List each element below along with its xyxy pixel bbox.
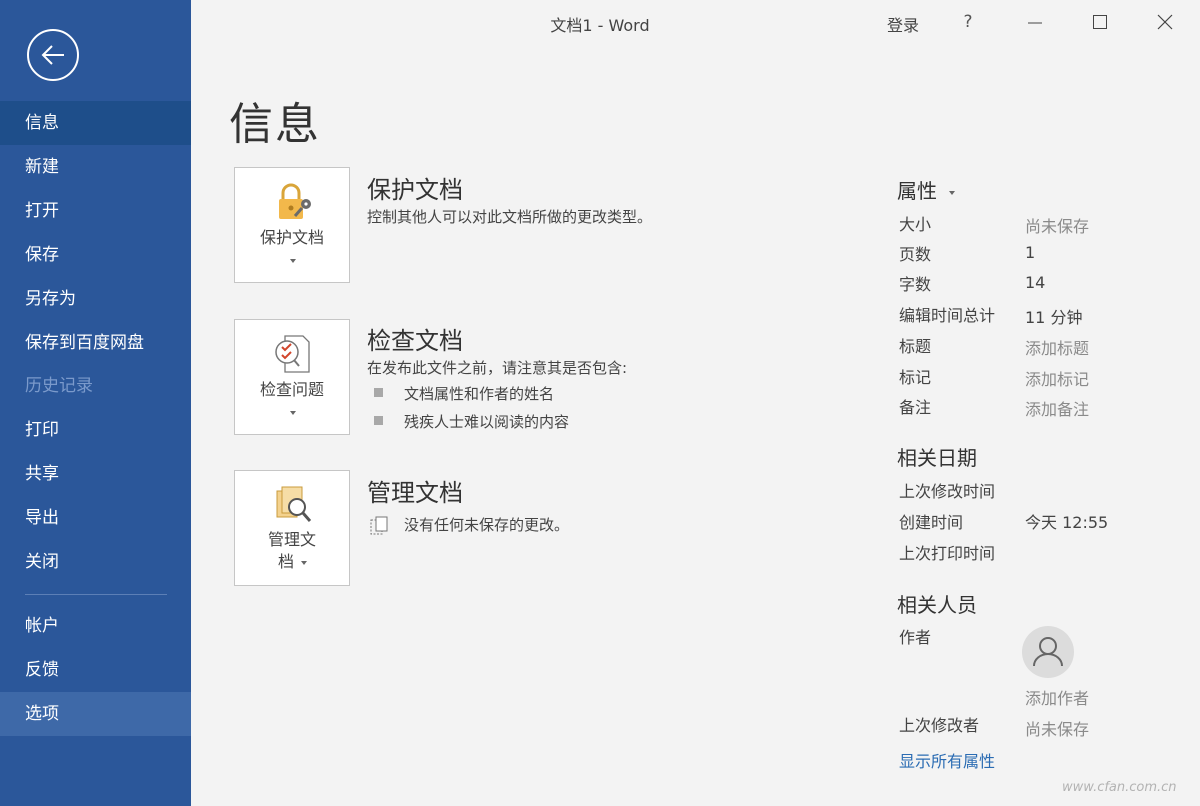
dropdown-caret-icon: [290, 259, 296, 263]
nav-divider: [25, 594, 167, 595]
nav-save[interactable]: 保存: [0, 233, 191, 277]
nav-options[interactable]: 选项: [0, 692, 191, 736]
back-arrow-icon: [41, 45, 64, 65]
bullet-icon: [374, 388, 383, 397]
prop-value-size: 尚未保存: [1025, 217, 1090, 236]
nav-save-as[interactable]: 另存为: [0, 277, 191, 321]
manage-document-tile-label-line2: 档: [277, 552, 294, 571]
nav-save-to-baidu[interactable]: 保存到百度网盘: [0, 321, 191, 365]
nav-info[interactable]: 信息: [0, 101, 191, 145]
window-title: 文档1 - Word: [550, 16, 650, 35]
related-people-header: 相关人员: [897, 593, 977, 617]
protect-document-heading: 保护文档: [367, 176, 463, 204]
help-button[interactable]: ?: [955, 8, 981, 36]
prop-label-tags: 标记: [899, 368, 932, 387]
inspect-item-accessibility: 残疾人士难以阅读的内容: [404, 413, 570, 431]
check-for-issues-button[interactable]: 检查问题: [234, 319, 350, 435]
add-author-field[interactable]: 添加作者: [1025, 685, 1089, 709]
prop-label-pages: 页数: [899, 245, 932, 264]
close-icon: [1157, 14, 1173, 30]
nav-close[interactable]: 关闭: [0, 540, 191, 584]
maximize-icon: [1093, 15, 1107, 29]
inspect-document-icon: [275, 335, 310, 373]
prop-value-pages: 1: [1025, 243, 1036, 262]
protect-document-tile-label: 保护文档: [259, 228, 324, 247]
last-modified-by-label: 上次修改者: [899, 716, 980, 735]
bullet-icon: [374, 416, 383, 425]
add-tags-field[interactable]: 添加标记: [1025, 366, 1089, 390]
prop-label-edit-time: 编辑时间总计: [899, 306, 996, 325]
prop-label-title: 标题: [899, 337, 932, 356]
created-label: 创建时间: [899, 513, 964, 532]
back-button[interactable]: [27, 29, 79, 81]
dropdown-caret-icon: [301, 561, 307, 565]
inspect-document-description: 在发布此文件之前，请注意其是否包含:: [367, 359, 628, 377]
nav-share[interactable]: 共享: [0, 452, 191, 496]
add-comments-field[interactable]: 添加备注: [1025, 396, 1089, 420]
manage-document-tile-label: 管理文: [267, 530, 316, 549]
check-for-issues-tile-label: 检查问题: [259, 380, 324, 399]
manage-document-button[interactable]: 管理文 档: [234, 470, 350, 586]
nav-print[interactable]: 打印: [0, 408, 191, 452]
nav-export[interactable]: 导出: [0, 496, 191, 540]
inspect-document-heading: 检查文档: [367, 327, 463, 355]
nav-account[interactable]: 帐户: [0, 604, 191, 648]
author-label: 作者: [899, 628, 932, 647]
prop-label-comments: 备注: [899, 398, 932, 417]
last-printed-label: 上次打印时间: [899, 544, 996, 563]
sign-in-link[interactable]: 登录: [887, 12, 919, 36]
avatar[interactable]: [1022, 626, 1074, 678]
related-dates-header: 相关日期: [897, 446, 977, 470]
properties-dropdown[interactable]: 属性: [897, 175, 956, 204]
manage-document-description: 没有任何未保存的更改。: [404, 516, 570, 534]
chevron-down-icon: [949, 190, 956, 195]
prop-label-words: 字数: [899, 275, 932, 294]
nav-open[interactable]: 打开: [0, 189, 191, 233]
manage-versions-icon: [276, 486, 312, 522]
dropdown-caret-icon: [290, 411, 296, 415]
close-window-button[interactable]: [1145, 6, 1185, 38]
nav-feedback[interactable]: 反馈: [0, 648, 191, 692]
prop-label-size: 大小: [899, 215, 932, 234]
prop-value-edit-time: 11 分钟: [1025, 308, 1083, 327]
page-title: 信息: [229, 99, 321, 150]
nav-history: 历史记录: [25, 376, 93, 396]
lock-key-icon: [279, 183, 311, 219]
inspect-item-properties: 文档属性和作者的姓名: [404, 385, 555, 403]
document-copy-icon: [370, 516, 388, 535]
properties-header: 属性: [897, 179, 937, 203]
nav-new[interactable]: 新建: [0, 145, 191, 189]
person-icon: [1033, 637, 1063, 667]
watermark: www.cfan.com.cn: [1062, 780, 1177, 795]
prop-value-words: 14: [1025, 273, 1046, 292]
manage-document-heading: 管理文档: [367, 479, 463, 507]
maximize-button[interactable]: [1080, 6, 1120, 38]
protect-document-description: 控制其他人可以对此文档所做的更改类型。: [367, 208, 653, 226]
add-title-field[interactable]: 添加标题: [1025, 335, 1089, 359]
minimize-icon: [1028, 22, 1042, 24]
last-modified-by-value: 尚未保存: [1025, 720, 1090, 739]
last-modified-label: 上次修改时间: [899, 482, 996, 501]
protect-document-button[interactable]: 保护文档: [234, 167, 350, 283]
created-value: 今天 12:55: [1025, 513, 1109, 532]
backstage-sidebar: 信息 新建 打开 保存 另存为 保存到百度网盘 历史记录 打印 共享 导出 关闭…: [0, 0, 191, 806]
minimize-button[interactable]: [1015, 6, 1055, 38]
show-all-properties-link[interactable]: 显示所有属性: [899, 748, 995, 772]
